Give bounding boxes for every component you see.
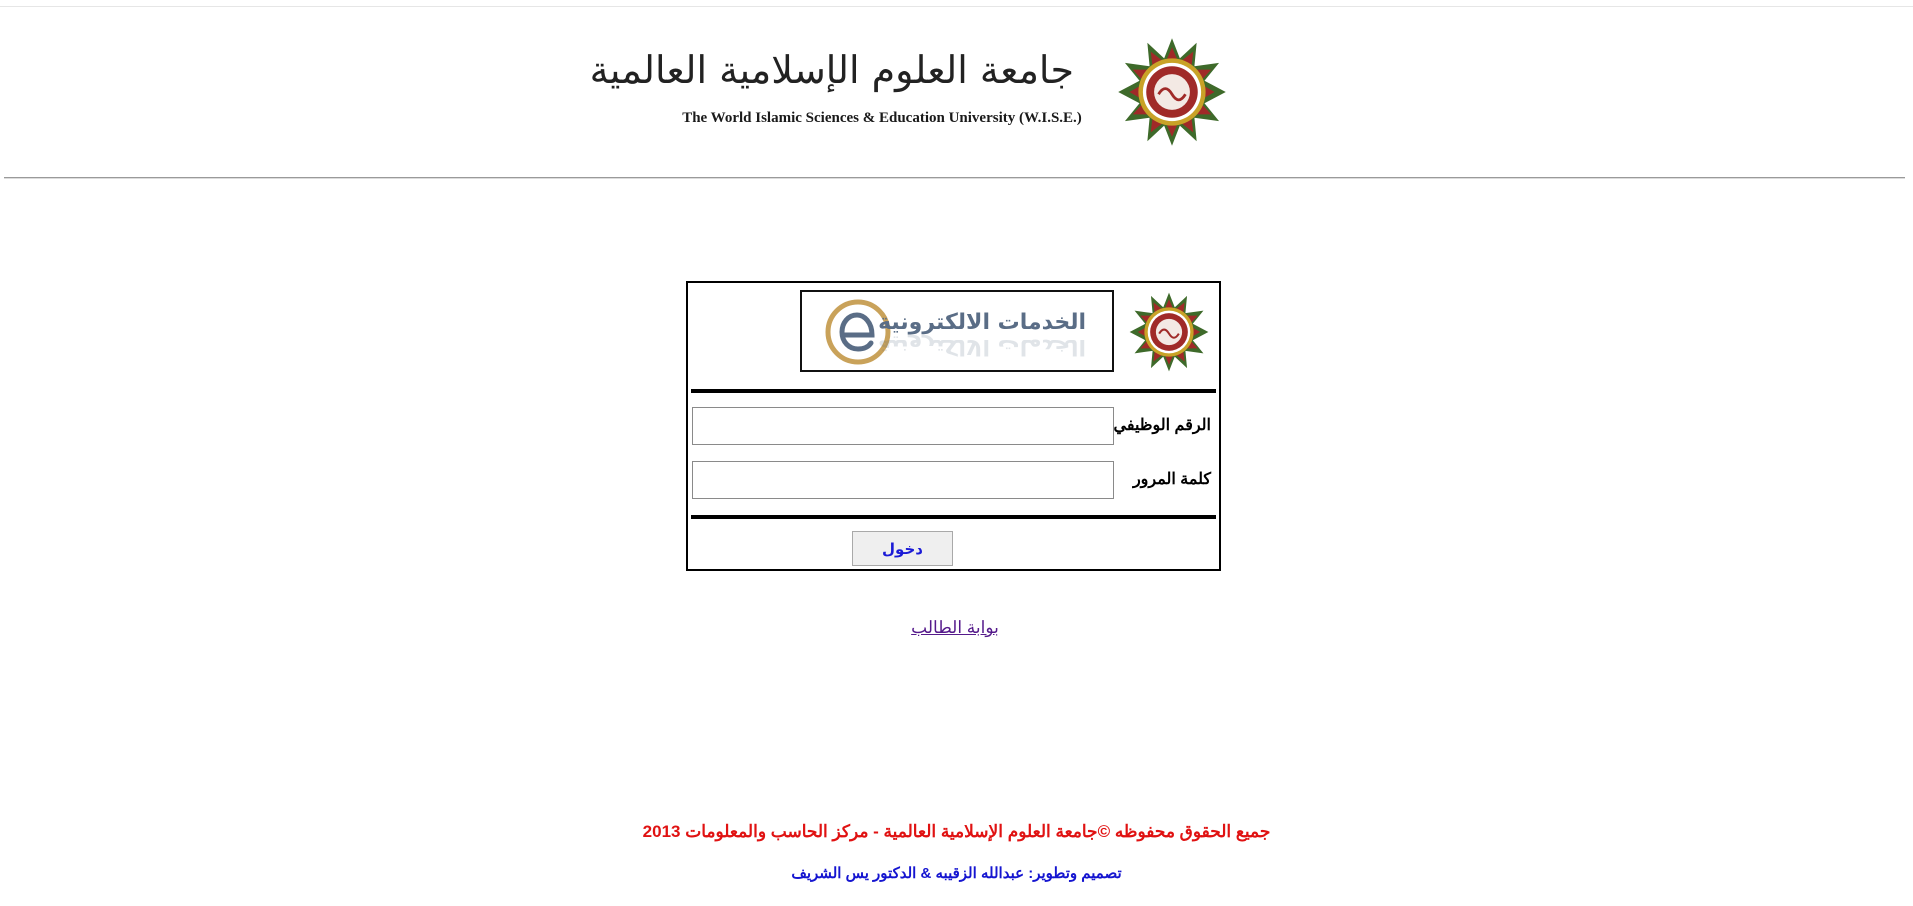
employee-id-input[interactable] [692,407,1114,445]
login-divider-top [691,389,1216,393]
site-header: جامعة العلوم الإسلامية العالمية The Worl… [0,30,1913,150]
university-seal-small-icon [1129,292,1209,372]
university-name-arabic: جامعة العلوم الإسلامية العالمية [589,48,1075,92]
university-seal-icon [1118,38,1226,146]
login-panel: الخدمات الالكترونية الخدمات الالكترونية … [686,281,1221,571]
design-credits: تصميم وتطوير: عبدالله الزقيبه & الدكتور … [791,865,1122,882]
student-portal-link[interactable]: بوابة الطالب [880,618,1030,638]
header-divider [4,177,1905,179]
e-services-banner: الخدمات الالكترونية الخدمات الالكترونية [800,290,1114,372]
login-button[interactable]: دخول [852,531,953,566]
university-name-english: The World Islamic Sciences & Education U… [682,110,1082,126]
password-label: كلمة المرور [1132,471,1211,488]
login-divider-bottom [691,515,1216,519]
password-input[interactable] [692,461,1114,499]
e-services-title-reflection: الخدمات الالكترونية [878,334,1086,359]
e-services-title: الخدمات الالكترونية [878,310,1086,335]
top-divider [0,6,1913,7]
employee-id-label: الرقم الوظيفي [1113,417,1211,434]
copyright-notice: جميع الحقوق محفوظه ©جامعة العلوم الإسلام… [642,822,1271,841]
